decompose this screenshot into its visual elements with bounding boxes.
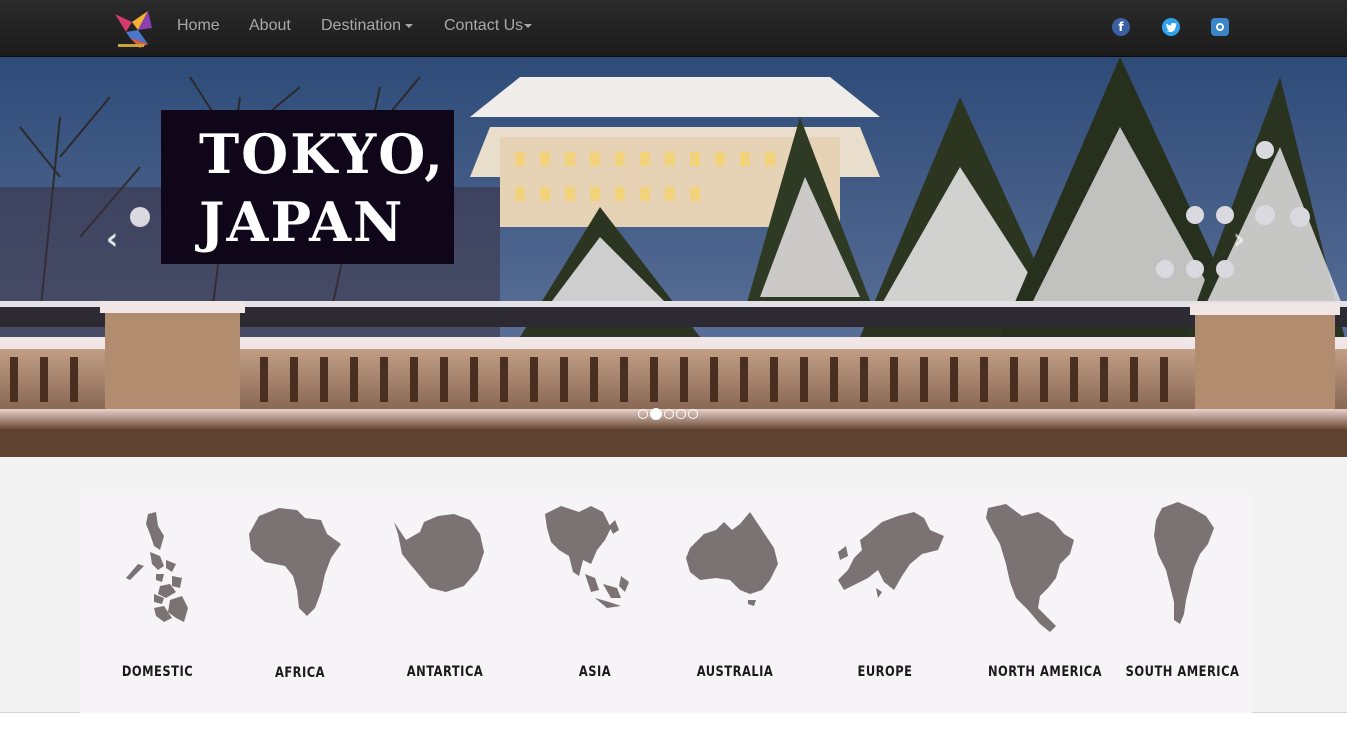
nav-home-label: Home — [177, 17, 220, 34]
caption-city: TOKYO, — [199, 122, 445, 186]
carousel-prev-button[interactable]: ‹ — [97, 225, 127, 255]
chevron-left-icon: ‹ — [105, 222, 119, 257]
twitter-bird-icon — [1165, 22, 1177, 32]
hero-carousel[interactable]: TOKYO, JAPAN ‹ › — [0, 57, 1347, 457]
destination-label: NORTH AMERICA — [987, 664, 1103, 680]
destination-card-australia[interactable]: AUSTRALIA — [670, 494, 800, 713]
destination-card-europe[interactable]: EUROPE — [820, 494, 950, 713]
destination-card-africa[interactable]: AFRICA — [235, 494, 365, 713]
slide-caption: TOKYO, JAPAN — [161, 110, 454, 264]
destination-label: AFRICA — [274, 665, 326, 681]
destination-card-asia[interactable]: ASIA — [525, 494, 665, 713]
asia-map-icon — [545, 506, 629, 608]
north-america-map-icon — [986, 504, 1074, 632]
nav-destination-label: Destination — [321, 17, 402, 34]
destination-card-antarctica[interactable]: ANTARTICA — [380, 494, 510, 713]
nav-contact-label: Contact Us — [444, 17, 524, 34]
caret-down-icon — [524, 23, 533, 28]
chevron-right-icon: › — [1232, 222, 1246, 257]
nav-about-label: About — [249, 17, 291, 34]
instagram-icon[interactable] — [1211, 18, 1229, 36]
carousel-indicator-4[interactable] — [676, 409, 686, 419]
destinations-panel: DOMESTIC AFRICA ANTARTICA ASIA AUSTRALIA… — [80, 494, 1252, 713]
carousel-indicator-5[interactable] — [688, 409, 698, 419]
nav-home[interactable]: Home — [177, 0, 220, 52]
nav-about[interactable]: About — [249, 0, 291, 52]
destination-card-domestic[interactable]: DOMESTIC — [80, 494, 235, 713]
carousel-indicator-3[interactable] — [664, 409, 674, 419]
antarctica-map-icon — [394, 514, 484, 592]
camera-lens-icon — [1216, 23, 1224, 31]
destination-card-south-america[interactable]: SOUTH AMERICA — [1110, 494, 1255, 713]
carousel-indicators — [638, 408, 698, 421]
destinations-section: DOMESTIC AFRICA ANTARTICA ASIA AUSTRALIA… — [0, 457, 1347, 713]
destination-label: AUSTRALIA — [696, 664, 774, 680]
destination-label: EUROPE — [857, 664, 913, 680]
caption-country: JAPAN — [199, 190, 405, 254]
caret-down-icon — [405, 23, 414, 28]
europe-map-icon — [838, 512, 944, 598]
facebook-glyph: f — [1118, 20, 1124, 34]
destination-label: DOMESTIC — [121, 664, 194, 680]
facebook-icon[interactable]: f — [1112, 18, 1130, 36]
carousel-next-button[interactable]: › — [1224, 225, 1254, 255]
carousel-indicator-2[interactable] — [650, 408, 662, 420]
australia-map-icon — [686, 512, 778, 606]
twitter-icon[interactable] — [1162, 18, 1180, 36]
destination-label: ANTARTICA — [406, 664, 484, 680]
destination-label: SOUTH AMERICA — [1125, 664, 1240, 680]
nav-destination-dropdown[interactable]: Destination — [321, 0, 414, 52]
africa-map-icon — [249, 508, 341, 616]
top-navbar: Home About Destination Contact Us f — [0, 0, 1347, 57]
destination-label: ASIA — [578, 664, 612, 680]
origami-bird-logo-icon[interactable] — [112, 8, 154, 50]
nav-contact-dropdown[interactable]: Contact Us — [444, 0, 533, 52]
philippines-map-icon — [126, 512, 188, 622]
carousel-indicator-1[interactable] — [638, 409, 648, 419]
south-america-map-icon — [1154, 502, 1214, 624]
destination-card-north-america[interactable]: NORTH AMERICA — [970, 494, 1120, 713]
